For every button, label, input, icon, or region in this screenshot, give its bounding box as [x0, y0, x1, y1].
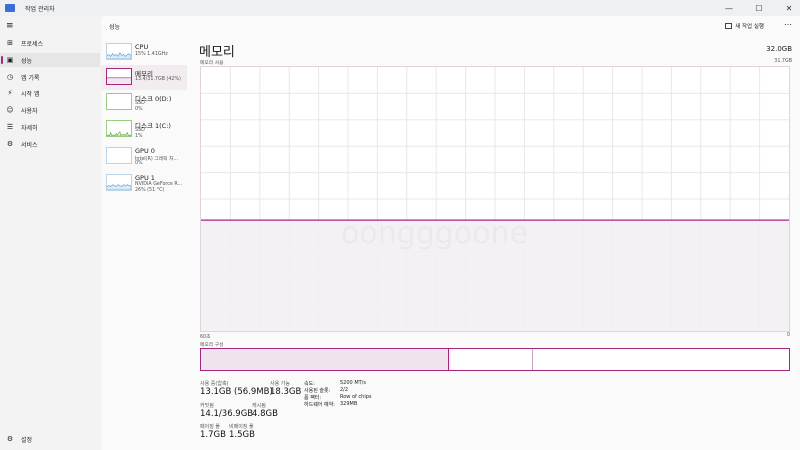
details-icon: ☰	[6, 123, 14, 131]
close-button[interactable]: ✕	[784, 4, 794, 13]
nav-item-label: 시작 앱	[21, 90, 40, 98]
cpu-thumbnail	[106, 43, 132, 60]
services-icon: ⚙	[6, 140, 14, 148]
device-disk-1[interactable]: 디스크 1(C:) SSD 1%	[101, 117, 187, 142]
speed-label: 속도:	[304, 381, 315, 387]
memory-usage-area	[201, 220, 789, 331]
nav-item-label: 설정	[21, 436, 33, 444]
composition-in-use	[201, 349, 448, 370]
memory-usage-label: 메모리 사용	[200, 61, 224, 66]
hardware-reserved-value: 329MB	[340, 401, 358, 407]
new-task-icon	[725, 23, 733, 29]
committed-value: 14.1/36.9GB	[200, 409, 254, 419]
speed-value: 5200 MT/s	[340, 380, 366, 386]
device-gpu-0[interactable]: GPU 0 Intel(R) 그래픽 처... 0%	[101, 144, 187, 169]
memory-composition-bar	[200, 348, 790, 371]
device-disk-0[interactable]: 디스크 0(D:) SSD 0%	[101, 90, 187, 115]
hardware-reserved-label: 하드웨어 예약:	[304, 402, 335, 408]
memory-usage-graph	[200, 66, 790, 332]
gear-icon: ⚙	[6, 435, 14, 443]
in-use-label: 사용 중(압축)	[200, 381, 229, 387]
device-model: NVIDIA GeForce R...	[135, 182, 183, 187]
cached-value: 4.8GB	[252, 409, 278, 419]
gpu-thumbnail	[106, 147, 132, 164]
nav-item-label: 자세히	[21, 124, 38, 132]
device-usage: 0%	[135, 107, 143, 112]
available-value: 18.3GB	[270, 387, 302, 397]
page-header: 성능 새 작업 실행 ⋯	[101, 16, 800, 38]
device-type: SSD	[135, 101, 145, 106]
device-usage: 1%	[135, 134, 143, 139]
grid-icon: ⊞	[7, 39, 13, 47]
nav-item-details[interactable]: ☰ 자세히	[0, 120, 100, 134]
device-usage: 13.4/31.7GB (42%)	[135, 77, 181, 82]
nav-item-label: 프로세스	[21, 40, 44, 48]
memory-composition-label: 메모리 구성	[200, 343, 224, 348]
nav-item-settings[interactable]: ⚙ 설정	[0, 432, 100, 446]
device-name: GPU 1	[135, 174, 155, 182]
menu-icon[interactable]: ≡	[6, 21, 14, 31]
run-new-task-label: 새 작업 실행	[735, 24, 764, 30]
graph-time-end: 0	[786, 333, 790, 338]
committed-label: 커밋됨	[200, 403, 214, 409]
nav-item-processes[interactable]: ⊞ 프로세스	[0, 36, 100, 50]
memory-thumbnail	[106, 68, 132, 85]
maximize-button[interactable]: ☐	[754, 4, 764, 13]
memory-title: 메모리	[199, 45, 235, 60]
device-usage: 26% (51 °C)	[135, 188, 165, 193]
nav-item-label: 사용자	[21, 107, 38, 115]
nav-item-users[interactable]: ☺ 사용자	[0, 103, 100, 117]
main-content: 성능 새 작업 실행 ⋯ CPU 15% 1.41GHz 메모리 13.4/31…	[101, 16, 800, 450]
app-title: 작업 관리자	[25, 5, 55, 13]
history-icon: ◷	[6, 73, 14, 81]
graph-time-start: 60초	[200, 335, 211, 340]
paged-pool-value: 1.7GB	[200, 430, 226, 440]
paged-pool-label: 페이징 풀	[200, 424, 220, 430]
device-cpu[interactable]: CPU 15% 1.41GHz	[101, 40, 187, 65]
slots-value: 2/2	[340, 387, 349, 393]
disk-thumbnail	[106, 120, 132, 137]
title-bar: 작업 관리자 — ☐ ✕	[0, 0, 800, 16]
form-factor-value: Row of chips	[340, 394, 372, 400]
device-type: SSD	[135, 128, 145, 133]
form-factor-label: 폼 팩터:	[304, 395, 322, 401]
startup-icon: ⚡	[7, 89, 13, 97]
device-memory[interactable]: 메모리 13.4/31.7GB (42%)	[101, 65, 187, 90]
device-usage: 0%	[135, 161, 143, 166]
window-controls: — ☐ ✕	[724, 0, 794, 16]
cached-label: 캐시됨	[252, 403, 266, 409]
device-name: CPU	[135, 43, 149, 51]
users-icon: ☺	[6, 106, 14, 114]
nav-item-services[interactable]: ⚙ 서비스	[0, 137, 100, 151]
more-options-button[interactable]: ⋯	[784, 20, 792, 29]
device-usage: 15% 1.41GHz	[135, 52, 168, 57]
device-name: GPU 0	[135, 147, 155, 155]
nav-item-label: 앱 기록	[21, 74, 40, 82]
task-manager-icon	[5, 4, 15, 12]
page-title: 성능	[109, 24, 121, 31]
nav-item-startup-apps[interactable]: ⚡ 시작 앱	[0, 86, 100, 100]
nonpaged-pool-label: 비페이징 풀	[229, 424, 254, 430]
nav-item-label: 성능	[21, 57, 33, 65]
run-new-task-button[interactable]: 새 작업 실행	[725, 22, 764, 30]
available-label: 사용 가능	[270, 381, 290, 387]
memory-total: 32.0GB	[766, 45, 792, 53]
nav-item-performance[interactable]: ▣ 성능	[0, 53, 100, 67]
slots-label: 사용된 슬롯:	[304, 388, 331, 394]
disk-thumbnail	[106, 93, 132, 110]
minimize-button[interactable]: —	[724, 4, 734, 13]
memory-usage-max: 31.7GB	[774, 59, 792, 64]
in-use-value: 13.1GB (56.9MB)	[200, 387, 273, 397]
nav-item-label: 서비스	[21, 141, 38, 149]
device-gpu-1[interactable]: GPU 1 NVIDIA GeForce R... 26% (51 °C)	[101, 171, 187, 196]
performance-icon: ▣	[6, 56, 14, 64]
nonpaged-pool-value: 1.5GB	[229, 430, 255, 440]
gpu-thumbnail	[106, 174, 132, 191]
navigation-pane: ≡ ⊞ 프로세스 ▣ 성능 ◷ 앱 기록 ⚡ 시작 앱 ☺ 사용자 ☰ 자세히 …	[0, 16, 100, 450]
nav-item-app-history[interactable]: ◷ 앱 기록	[0, 70, 100, 84]
composition-standby	[450, 349, 534, 370]
